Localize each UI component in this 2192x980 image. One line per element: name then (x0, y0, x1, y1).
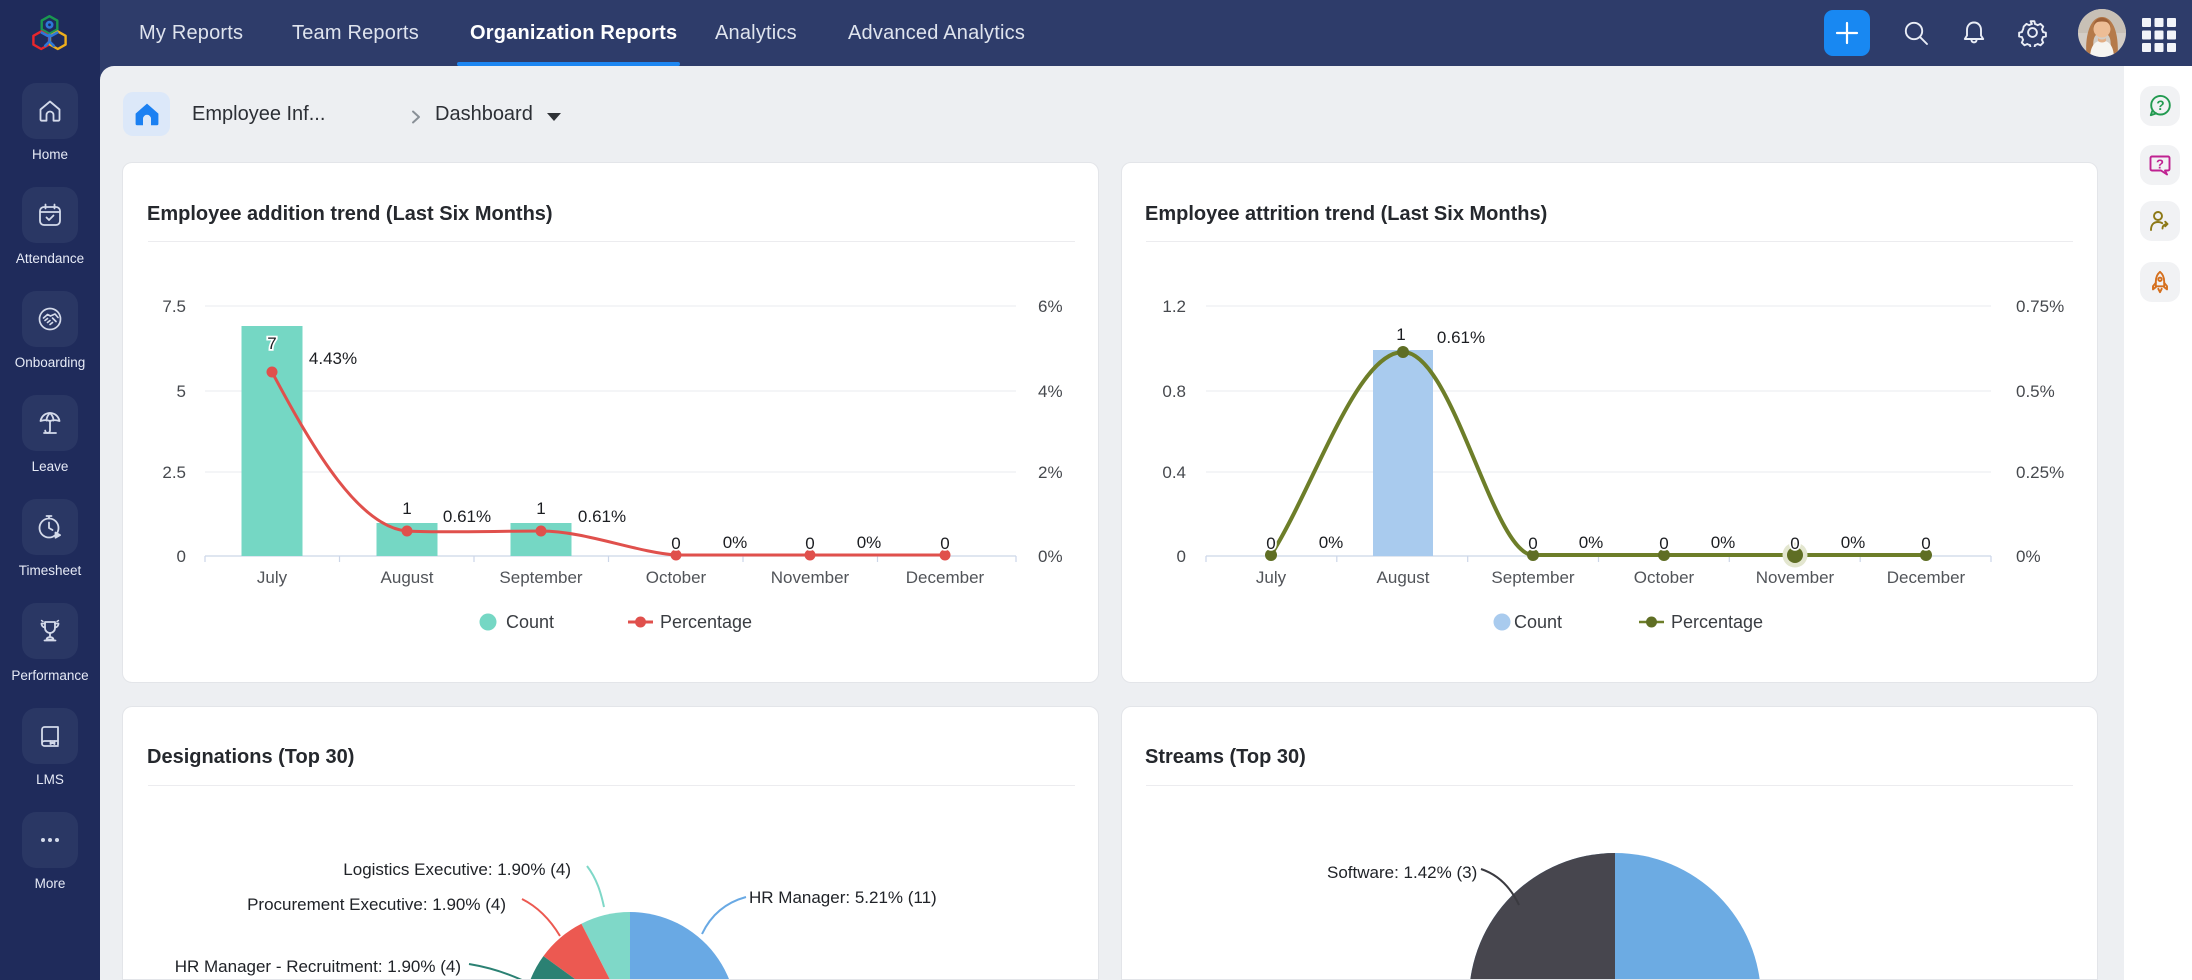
svg-text:0: 0 (1528, 534, 1537, 553)
svg-text:0: 0 (1921, 534, 1930, 553)
svg-text:October: October (1634, 568, 1695, 587)
svg-text:0.4: 0.4 (1162, 463, 1186, 482)
svg-text:5: 5 (177, 382, 186, 401)
svg-text:Procurement Executive: 1.90% (: Procurement Executive: 1.90% (4) (247, 895, 506, 914)
svg-text:Software: 1.42% (3): Software: 1.42% (3) (1327, 863, 1477, 882)
svg-text:0.75%: 0.75% (2016, 297, 2064, 316)
svg-text:July: July (1256, 568, 1287, 587)
svg-text:1: 1 (536, 499, 545, 518)
svg-text:Percentage: Percentage (1671, 612, 1763, 632)
svg-text:0%: 0% (1841, 533, 1866, 552)
svg-text:1: 1 (1396, 325, 1405, 344)
svg-text:Count: Count (506, 612, 554, 632)
svg-text:7: 7 (267, 334, 276, 353)
svg-text:August: August (381, 568, 434, 587)
svg-text:August: August (1377, 568, 1430, 587)
svg-text:October: October (646, 568, 707, 587)
svg-text:0: 0 (1266, 534, 1275, 553)
svg-text:0%: 0% (1319, 533, 1344, 552)
svg-text:0.5%: 0.5% (2016, 382, 2055, 401)
svg-text:0: 0 (671, 534, 680, 553)
svg-text:1.2: 1.2 (1162, 297, 1186, 316)
svg-text:0%: 0% (1711, 533, 1736, 552)
svg-text:7.5: 7.5 (162, 297, 186, 316)
svg-text:0%: 0% (1579, 533, 1604, 552)
svg-text:December: December (906, 568, 985, 587)
svg-text:July: July (257, 568, 288, 587)
svg-text:0: 0 (1790, 534, 1799, 553)
svg-text:0.25%: 0.25% (2016, 463, 2064, 482)
svg-text:Count: Count (1514, 612, 1562, 632)
svg-text:Designations (Top 30): Designations (Top 30) (147, 746, 354, 768)
svg-text:0.61%: 0.61% (443, 507, 491, 526)
svg-text:0: 0 (1177, 547, 1186, 566)
svg-text:2%: 2% (1038, 463, 1063, 482)
svg-text:Employee addition trend (Last: Employee addition trend (Last Six Months… (147, 203, 553, 225)
svg-text:?: ? (2156, 98, 2164, 113)
svg-text:September: September (1491, 568, 1574, 587)
svg-text:Streams (Top 30): Streams (Top 30) (1145, 746, 1306, 768)
svg-text:December: December (1887, 568, 1966, 587)
svg-text:0%: 0% (2016, 547, 2041, 566)
svg-text:November: November (771, 568, 850, 587)
svg-text:0: 0 (805, 534, 814, 553)
svg-text:0.61%: 0.61% (1437, 328, 1485, 347)
svg-text:HR Manager - Recruitment: 1.90: HR Manager - Recruitment: 1.90% (4) (175, 957, 461, 976)
svg-text:0.61%: 0.61% (578, 507, 626, 526)
svg-text:0: 0 (177, 547, 186, 566)
svg-text:Logistics Executive: 1.90% (4): Logistics Executive: 1.90% (4) (343, 860, 571, 879)
svg-text:0.8: 0.8 (1162, 382, 1186, 401)
svg-text:0%: 0% (723, 533, 748, 552)
svg-text:?: ? (2156, 157, 2164, 172)
svg-text:4%: 4% (1038, 382, 1063, 401)
svg-text:0: 0 (1659, 534, 1668, 553)
svg-text:1: 1 (402, 499, 411, 518)
svg-text:2.5: 2.5 (162, 463, 186, 482)
svg-text:4.43%: 4.43% (309, 349, 357, 368)
svg-text:November: November (1756, 568, 1835, 587)
svg-text:6%: 6% (1038, 297, 1063, 316)
svg-text:0%: 0% (857, 533, 882, 552)
svg-text:HR Manager: 5.21% (11): HR Manager: 5.21% (11) (749, 888, 937, 907)
svg-text:September: September (499, 568, 582, 587)
svg-text:Employee attrition trend (Last: Employee attrition trend (Last Six Month… (1145, 203, 1547, 225)
svg-text:0%: 0% (1038, 547, 1063, 566)
svg-text:Percentage: Percentage (660, 612, 752, 632)
svg-text:0: 0 (940, 534, 949, 553)
